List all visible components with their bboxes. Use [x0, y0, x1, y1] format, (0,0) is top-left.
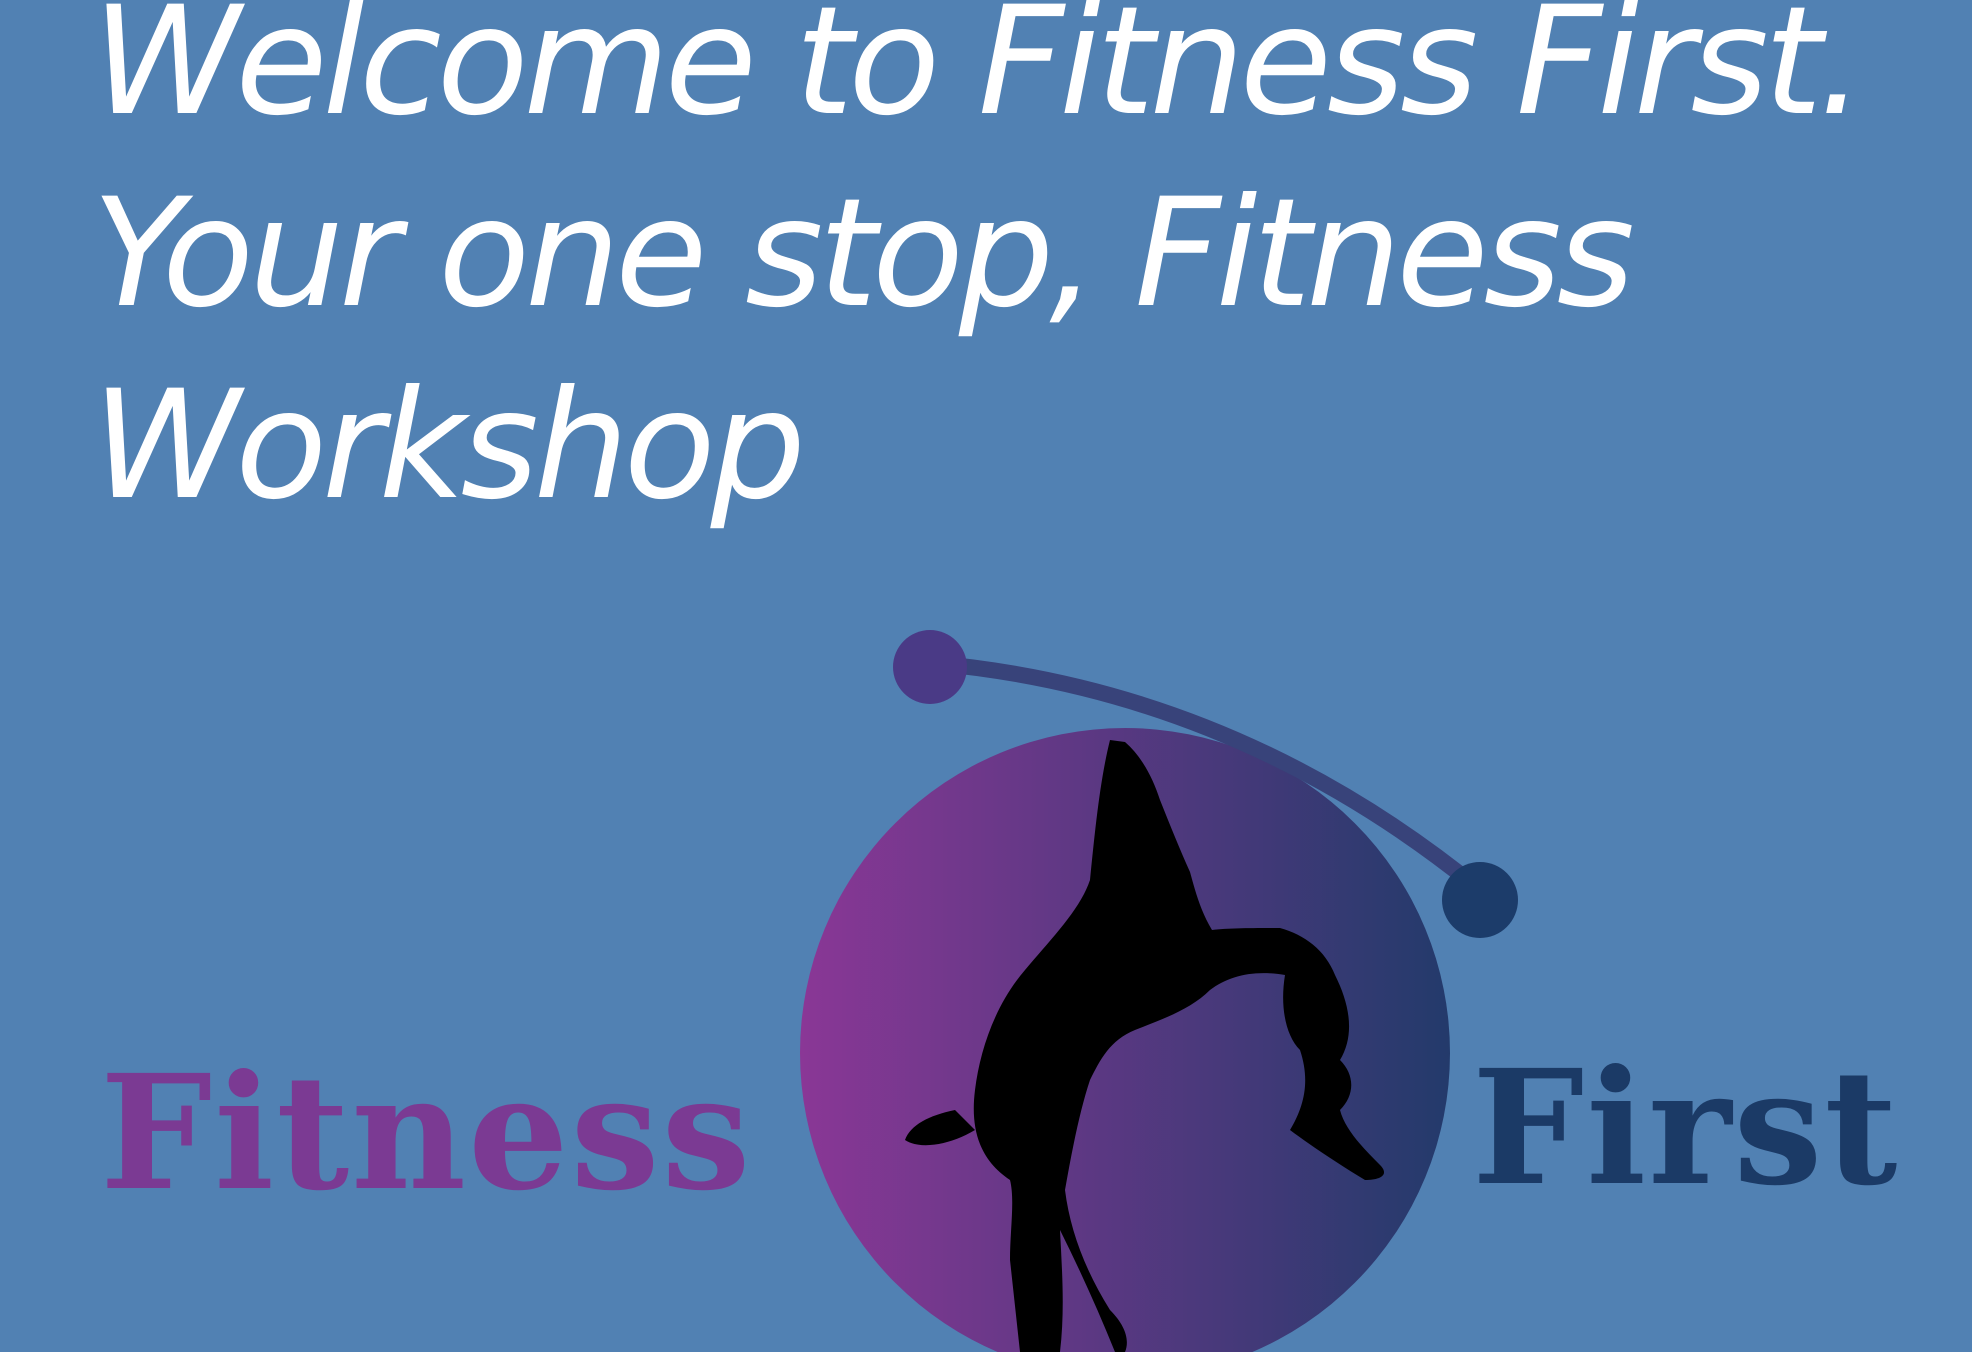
page: { "hero": { "line1": "Welcome to Fitness…: [0, 0, 1972, 1352]
logo-orbit-dot-left: [893, 630, 967, 704]
hero-heading: Welcome to Fitness First. Your one stop,…: [92, 0, 1865, 542]
hero-line-3: Workshop: [92, 359, 806, 533]
gymnast-silhouette-icon: [800, 630, 1518, 1352]
logo-orbit-dot-right: [1442, 862, 1518, 938]
logo-word-fitness: Fitness: [100, 1041, 753, 1226]
hero-line-1: Welcome to Fitness First.: [92, 0, 1865, 149]
logo-word-first: First: [1472, 1036, 1900, 1221]
hero-line-2: Your one stop, Fitness: [92, 167, 1635, 341]
